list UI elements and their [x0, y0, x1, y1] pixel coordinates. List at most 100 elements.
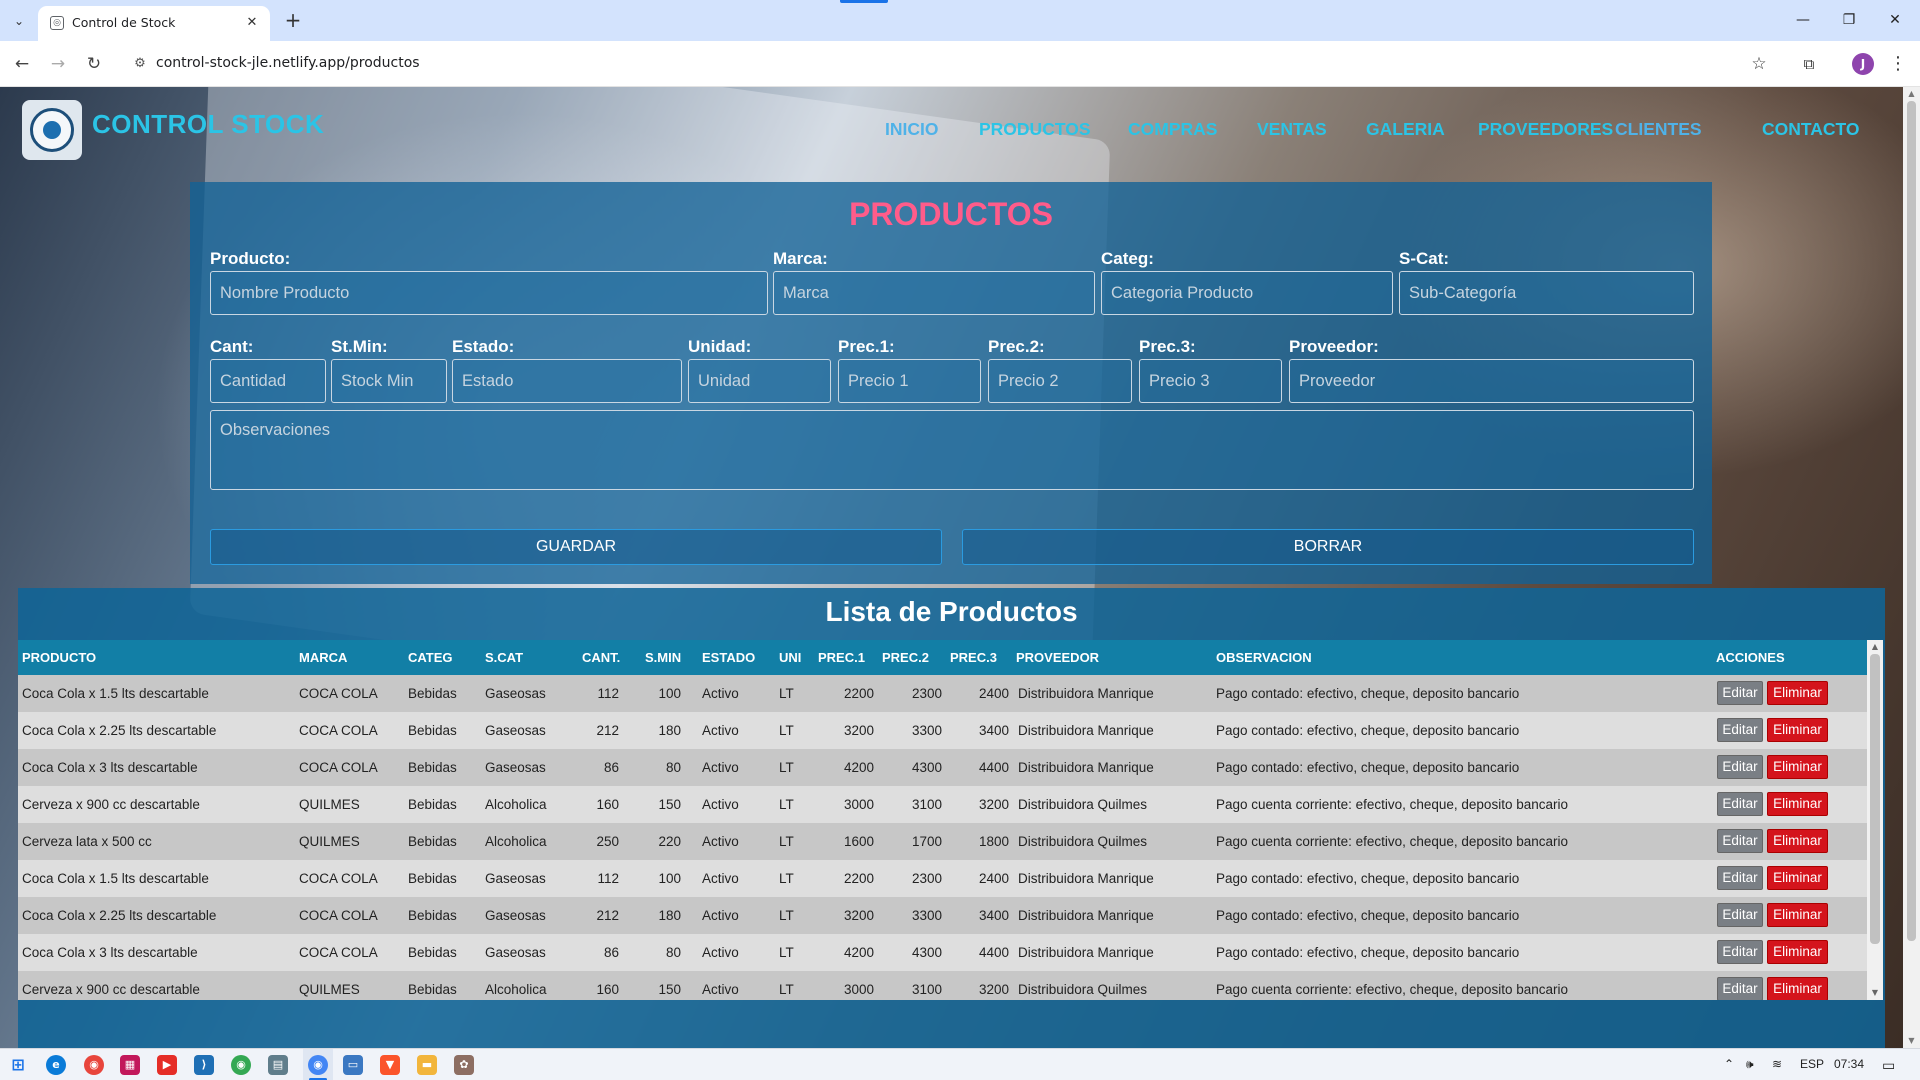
notifications-icon[interactable]: ▭: [1882, 1057, 1895, 1074]
borrar-button[interactable]: BORRAR: [962, 529, 1694, 565]
stmin-label: St.Min:: [331, 337, 388, 356]
language-indicator[interactable]: ESP: [1800, 1057, 1824, 1071]
prec2-input[interactable]: Precio 2: [988, 359, 1132, 403]
cell-proveedor: Distribuidora Quilmes: [1018, 834, 1148, 849]
site-logo[interactable]: [22, 100, 82, 160]
address-bar[interactable]: ⚙ control-stock-jle.netlify.app/producto…: [124, 47, 1754, 81]
delete-button[interactable]: Eliminar: [1767, 755, 1828, 779]
edit-button[interactable]: Editar: [1717, 792, 1763, 816]
nav-galeria[interactable]: GALERIA: [1366, 119, 1445, 140]
nav-clientes[interactable]: CLIENTES: [1615, 119, 1702, 140]
delete-button[interactable]: Eliminar: [1767, 829, 1828, 853]
volume-icon[interactable]: 🕪: [1746, 1057, 1754, 1072]
unidad-input[interactable]: Unidad: [688, 359, 831, 403]
edit-button[interactable]: Editar: [1717, 977, 1763, 1000]
nav-contacto[interactable]: CONTACTO: [1762, 119, 1860, 140]
stmin-input[interactable]: Stock Min: [331, 359, 447, 403]
observaciones-textarea[interactable]: Observaciones: [210, 410, 1694, 490]
nav-ventas[interactable]: VENTAS: [1257, 119, 1327, 140]
scat-label: S-Cat:: [1399, 249, 1450, 268]
back-arrow-icon[interactable]: ←: [8, 50, 36, 78]
app-icon[interactable]: ✿: [454, 1055, 474, 1075]
extensions-puzzle-icon[interactable]: ⧉: [1795, 50, 1823, 78]
office-grid-icon[interactable]: ▦: [120, 1055, 140, 1075]
edit-button[interactable]: Editar: [1717, 903, 1763, 927]
file-explorer-icon[interactable]: ▬: [417, 1055, 437, 1075]
new-tab-plus-icon[interactable]: +: [280, 8, 306, 34]
tray-chevron-icon[interactable]: ⌃: [1724, 1057, 1734, 1071]
delete-button[interactable]: Eliminar: [1767, 977, 1828, 1000]
restore-icon[interactable]: ❐: [1826, 6, 1872, 34]
nav-inicio[interactable]: INICIO: [885, 119, 938, 140]
clock[interactable]: 07:34: [1834, 1057, 1864, 1071]
start-windows-icon[interactable]: ⊞: [8, 1055, 28, 1075]
address-url[interactable]: control-stock-jle.netlify.app/productos: [156, 55, 420, 71]
table-scroll-thumb[interactable]: [1870, 654, 1880, 944]
categ-input[interactable]: Categoria Producto: [1101, 271, 1393, 315]
page-scroll-down-icon[interactable]: ▼: [1903, 1034, 1920, 1048]
prec2-label: Prec.2:: [988, 337, 1045, 356]
close-tab-icon[interactable]: ✕: [242, 13, 262, 33]
nav-proveedores[interactable]: PROVEEDORES: [1478, 119, 1613, 140]
estado-input[interactable]: Estado: [452, 359, 682, 403]
edit-button[interactable]: Editar: [1717, 718, 1763, 742]
browser-tab-active[interactable]: ◎ Control de Stock ✕: [38, 6, 270, 41]
close-window-icon[interactable]: ✕: [1872, 6, 1918, 34]
edit-button[interactable]: Editar: [1717, 755, 1763, 779]
cell-marca: COCA COLA: [299, 908, 378, 923]
brave-icon[interactable]: ▼: [380, 1055, 400, 1075]
forward-arrow-icon[interactable]: →: [44, 50, 72, 78]
vscode-icon[interactable]: ⟩: [194, 1055, 214, 1075]
edit-button[interactable]: Editar: [1717, 866, 1763, 890]
prec3-input[interactable]: Precio 3: [1139, 359, 1282, 403]
page-scroll-thumb[interactable]: [1907, 101, 1916, 941]
nav-compras[interactable]: COMPRAS: [1128, 119, 1217, 140]
producto-input[interactable]: Nombre Producto: [210, 271, 768, 315]
browser-menu-icon[interactable]: ⋮: [1886, 50, 1910, 78]
page-scrollbar[interactable]: ▲ ▼: [1903, 87, 1920, 1048]
prec1-input[interactable]: Precio 1: [838, 359, 981, 403]
cell-uni: LT: [779, 982, 794, 997]
remote-desktop-icon[interactable]: ▭: [343, 1055, 363, 1075]
delete-button[interactable]: Eliminar: [1767, 681, 1828, 705]
proveedor-input[interactable]: Proveedor: [1289, 359, 1694, 403]
cant-input[interactable]: Cantidad: [210, 359, 326, 403]
scroll-up-icon[interactable]: ▲: [1867, 640, 1883, 654]
profile-avatar[interactable]: J: [1852, 53, 1874, 75]
cell-smin: 220: [658, 834, 681, 849]
cell-prec2: 1700: [911, 834, 942, 849]
reload-icon[interactable]: ↻: [80, 50, 108, 78]
cell-estado: Activo: [702, 945, 739, 960]
delete-button[interactable]: Eliminar: [1767, 718, 1828, 742]
site-info-icon[interactable]: ⚙: [130, 54, 150, 74]
edit-button[interactable]: Editar: [1717, 940, 1763, 964]
scroll-down-icon[interactable]: ▼: [1867, 986, 1883, 1000]
youtube-icon[interactable]: ▶: [157, 1055, 177, 1075]
chrome-active-icon[interactable]: ◉: [308, 1055, 328, 1075]
nav-productos[interactable]: PRODUCTOS: [979, 119, 1091, 140]
edit-button[interactable]: Editar: [1717, 681, 1763, 705]
edge-icon[interactable]: e: [46, 1055, 66, 1075]
delete-button[interactable]: Eliminar: [1767, 940, 1828, 964]
minimize-icon[interactable]: —: [1780, 6, 1826, 34]
page-scroll-up-icon[interactable]: ▲: [1903, 87, 1920, 101]
table-scrollbar[interactable]: ▲ ▼: [1867, 640, 1883, 1000]
cell-prec1: 4200: [843, 945, 874, 960]
windows-taskbar: ⊞ e ◉ ▦ ▶ ⟩ ◉ ▤ ◉ ▭ ▼ ▬ ✿ ⌃ 🕪 ≋ ESP 07:3…: [0, 1048, 1920, 1080]
delete-button[interactable]: Eliminar: [1767, 792, 1828, 816]
edit-button[interactable]: Editar: [1717, 829, 1763, 853]
scat-input[interactable]: Sub-Categoría: [1399, 271, 1694, 315]
guardar-button[interactable]: GUARDAR: [210, 529, 942, 565]
tab-search-chevron-icon[interactable]: ⌄: [6, 8, 32, 34]
site-brand[interactable]: CONTROL STOCK: [92, 109, 324, 140]
marca-input[interactable]: Marca: [773, 271, 1095, 315]
cell-marca: COCA COLA: [299, 686, 378, 701]
delete-button[interactable]: Eliminar: [1767, 866, 1828, 890]
bookmark-star-icon[interactable]: ☆: [1745, 50, 1773, 78]
chrome-icon[interactable]: ◉: [84, 1055, 104, 1075]
calculator-icon[interactable]: ▤: [268, 1055, 288, 1075]
chrome-profile-icon[interactable]: ◉: [231, 1055, 251, 1075]
cell-proveedor: Distribuidora Manrique: [1018, 871, 1154, 886]
wifi-icon[interactable]: ≋: [1772, 1057, 1782, 1071]
delete-button[interactable]: Eliminar: [1767, 903, 1828, 927]
